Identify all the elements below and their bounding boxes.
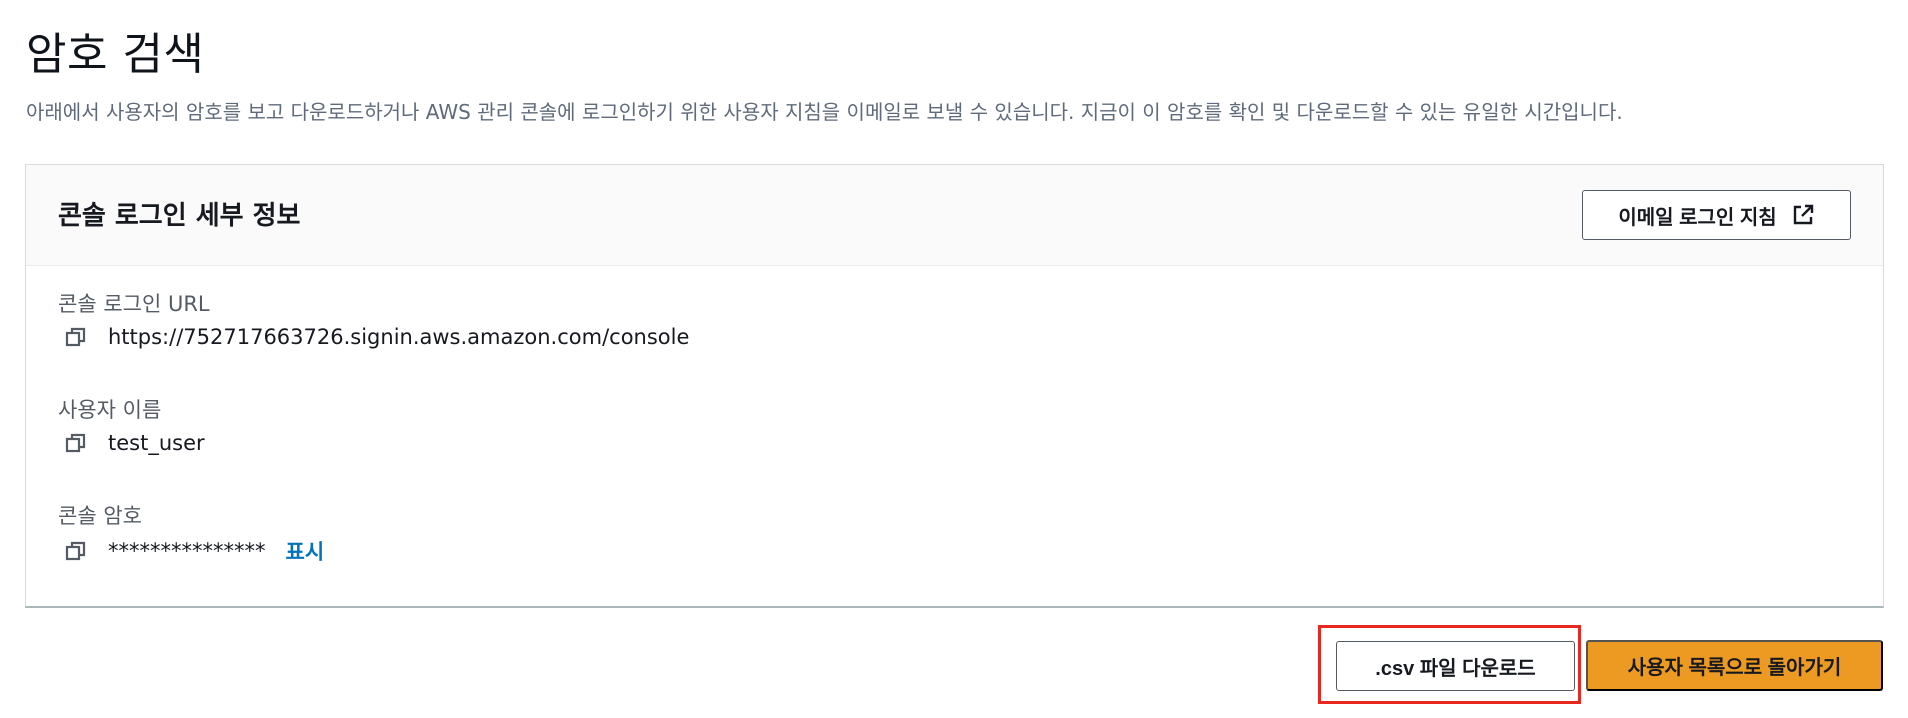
user-name-label: 사용자 이름: [58, 398, 162, 422]
page-title: 암호 검색: [26, 29, 205, 80]
console-signin-details-panel: 콘솔 로그인 세부 정보 이메일 로그인 지침 콘솔 로그인 URL https…: [25, 164, 1884, 608]
console-url-row: https://752717663726.signin.aws.amazon.c…: [64, 325, 689, 349]
email-button-label: 이메일 로그인 지침: [1618, 206, 1777, 229]
panel-title: 콘솔 로그인 세부 정보: [58, 201, 301, 231]
console-url-label: 콘솔 로그인 URL: [58, 292, 210, 316]
retrieve-password-page: 암호 검색 아래에서 사용자의 암호를 보고 다운로드하거나 AWS 관리 콘솔…: [0, 0, 1908, 718]
user-name-row: test_user: [64, 431, 205, 455]
download-csv-button[interactable]: .csv 파일 다운로드: [1336, 641, 1575, 691]
user-name-value: test_user: [108, 431, 205, 455]
return-to-users-button[interactable]: 사용자 목록으로 돌아가기: [1586, 640, 1883, 691]
console-password-label: 콘솔 암호: [58, 504, 142, 528]
copy-icon[interactable]: [64, 325, 88, 349]
console-password-value: ***************: [108, 539, 266, 563]
external-link-icon: [1793, 204, 1813, 225]
console-url-value: https://752717663726.signin.aws.amazon.c…: [108, 325, 690, 349]
copy-icon[interactable]: [64, 539, 88, 563]
page-description: 아래에서 사용자의 암호를 보고 다운로드하거나 AWS 관리 콘솔에 로그인하…: [26, 100, 1623, 124]
panel-header: 콘솔 로그인 세부 정보 이메일 로그인 지침: [26, 165, 1883, 266]
show-password-link[interactable]: 표시: [286, 536, 325, 566]
console-password-row: *************** 표시: [64, 536, 324, 566]
email-signin-instructions-button[interactable]: 이메일 로그인 지침: [1582, 190, 1851, 240]
copy-icon[interactable]: [64, 431, 88, 455]
